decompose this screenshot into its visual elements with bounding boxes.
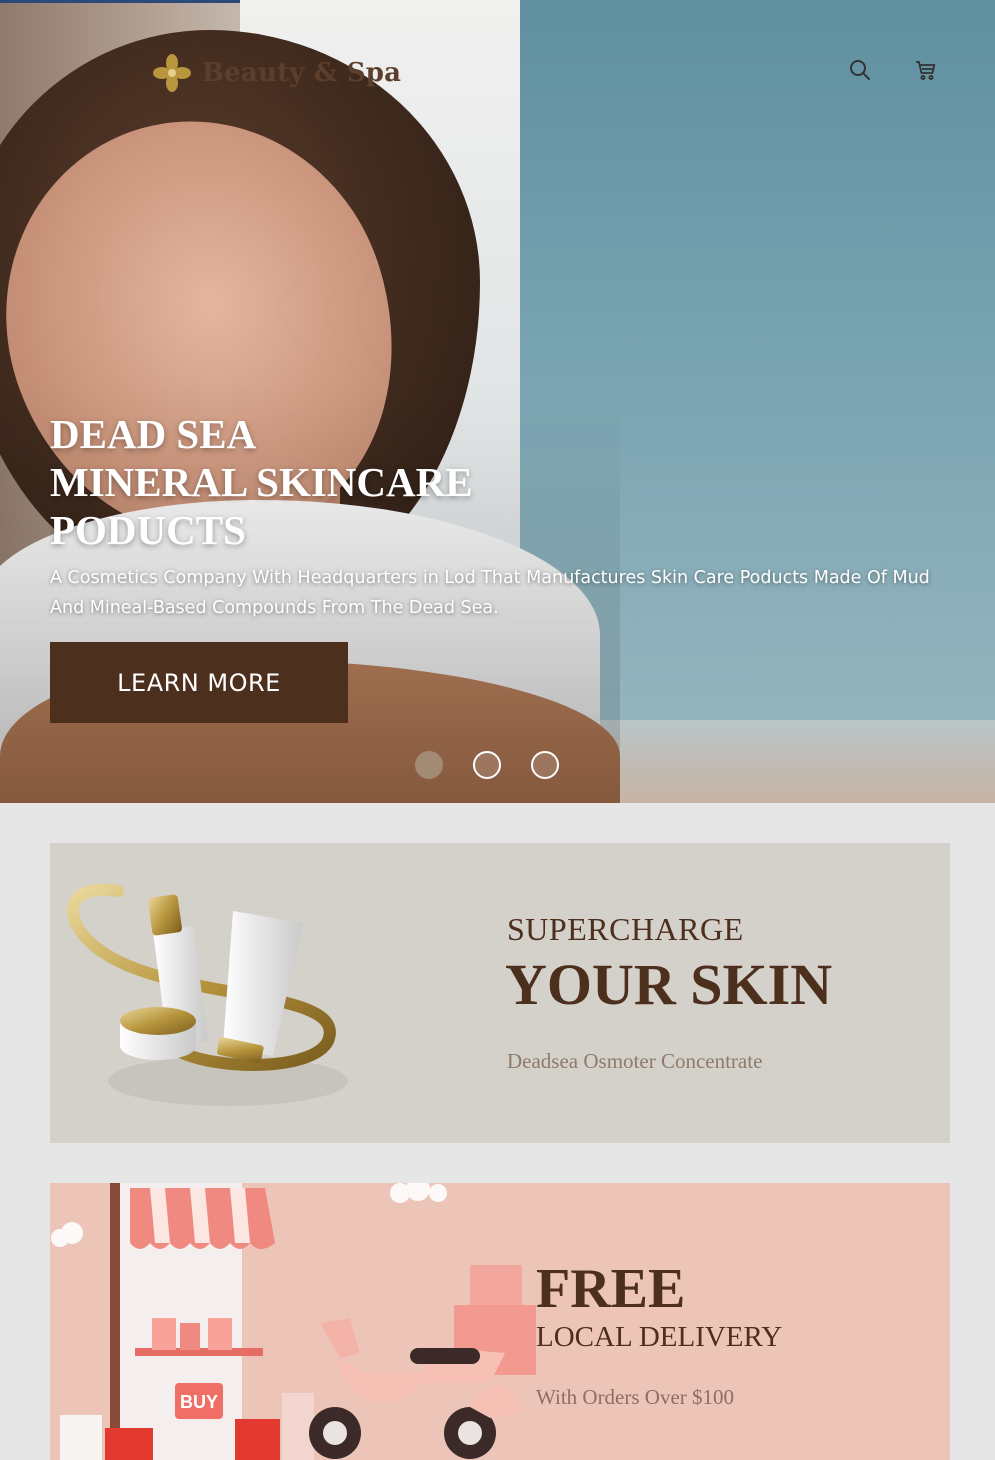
header-actions (848, 58, 938, 82)
cart-icon[interactable] (914, 58, 938, 82)
hero-title-line: PODUCTS (50, 507, 246, 553)
hero-title: DEAD SEA MINERAL SKINCARE PODUCTS (50, 410, 570, 554)
slide-dot-1[interactable] (415, 751, 443, 779)
slide-dot-2[interactable] (473, 751, 501, 779)
promo-subheadline: LOCAL DELIVERY (536, 1321, 783, 1353)
hero-title-line: MINERAL SKINCARE (50, 459, 473, 505)
buy-sign-text: BUY (180, 1392, 218, 1412)
slide-dot-3[interactable] (531, 751, 559, 779)
search-icon[interactable] (848, 58, 872, 82)
promo-headline: FREE (536, 1258, 686, 1320)
promo-headline: YOUR SKIN (505, 952, 833, 1017)
skincare-products-image (67, 883, 348, 1106)
delivery-scooter-image: BUY (51, 1183, 536, 1460)
slider-pagination (415, 751, 559, 779)
hero-subtitle: A Cosmetics Company With Headquarters in… (50, 568, 930, 618)
logo-text: Beauty & Spa (202, 58, 402, 88)
promo-tagline: With Orders Over $100 (536, 1385, 735, 1409)
hero-banner: Beauty & Spa DEAD SEA MINERAL SKINCARE P… (0, 0, 995, 803)
promo-card-delivery[interactable]: BUY FREE LOCAL DELIVERY With Orders Over… (50, 1183, 950, 1460)
flower-logo-icon (153, 54, 191, 92)
logo[interactable]: Beauty & Spa (152, 52, 401, 94)
learn-more-button[interactable]: LEARN MORE (50, 642, 348, 723)
promo-card-skin[interactable]: SUPERCHARGE YOUR SKIN Deadsea Osmoter Co… (50, 843, 950, 1143)
promo-eyebrow: SUPERCHARGE (507, 911, 744, 947)
promo-tagline: Deadsea Osmoter Concentrate (507, 1049, 763, 1073)
hero-title-line: DEAD SEA (50, 411, 257, 457)
